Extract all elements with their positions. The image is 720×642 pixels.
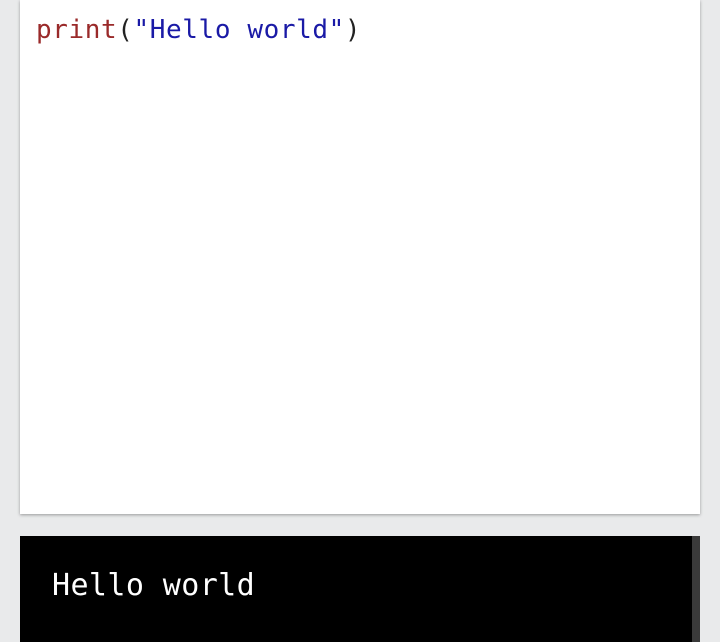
code-close-paren: ) [344, 15, 362, 45]
code-editor[interactable]: print("Hello world") [20, 0, 700, 514]
code-function-name: print [36, 15, 118, 45]
console-scrollbar[interactable] [692, 536, 700, 642]
code-line[interactable]: print("Hello world") [36, 12, 361, 48]
code-open-paren: ( [117, 15, 134, 45]
console-output-panel: Hello world [20, 536, 700, 642]
code-string-literal: "Hello world" [133, 15, 345, 45]
console-output-text: Hello world [52, 568, 256, 603]
